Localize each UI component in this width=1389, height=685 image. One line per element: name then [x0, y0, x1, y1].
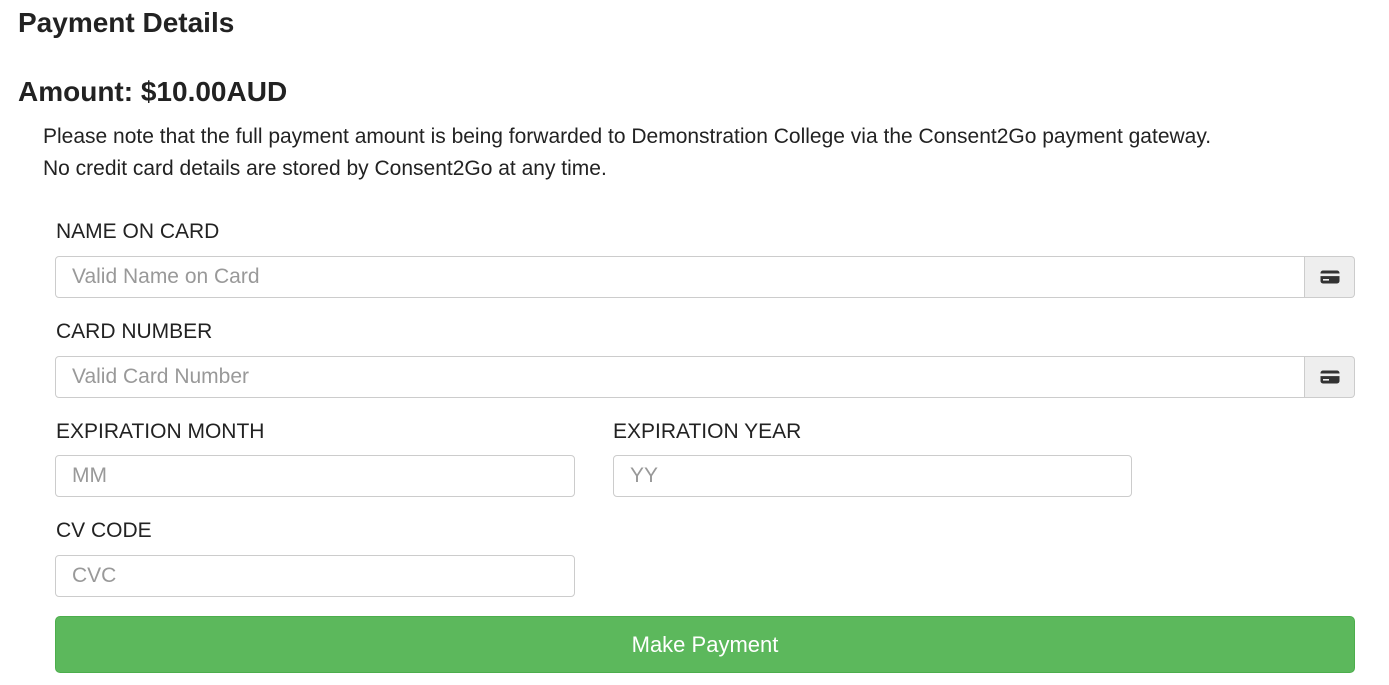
card-number-input[interactable]	[55, 356, 1305, 398]
credit-card-icon	[1320, 370, 1339, 384]
credit-card-icon	[1320, 270, 1339, 284]
payment-notice: Please note that the full payment amount…	[43, 121, 1211, 185]
card-number-label: CARD NUMBER	[56, 320, 213, 343]
notice-line-2: No credit card details are stored by Con…	[43, 157, 607, 180]
name-on-card-input[interactable]	[55, 256, 1305, 298]
expiration-year-label: EXPIRATION YEAR	[613, 420, 802, 443]
expiration-year-input[interactable]	[613, 455, 1132, 497]
card-number-addon	[1305, 356, 1355, 398]
card-number-group	[55, 356, 1355, 398]
amount-heading: Amount: $10.00AUD	[18, 76, 288, 107]
payment-page: Payment Details Amount: $10.00AUD Please…	[0, 0, 1389, 685]
name-on-card-group	[55, 256, 1355, 298]
name-on-card-addon	[1305, 256, 1355, 298]
name-on-card-label: NAME ON CARD	[56, 220, 220, 243]
page-title: Payment Details	[18, 7, 235, 38]
cv-code-input[interactable]	[55, 555, 575, 597]
make-payment-button[interactable]: Make Payment	[55, 616, 1355, 673]
expiration-month-input[interactable]	[55, 455, 575, 497]
expiration-month-label: EXPIRATION MONTH	[56, 420, 265, 443]
cv-code-label: CV CODE	[56, 519, 152, 542]
notice-line-1: Please note that the full payment amount…	[43, 125, 1212, 148]
